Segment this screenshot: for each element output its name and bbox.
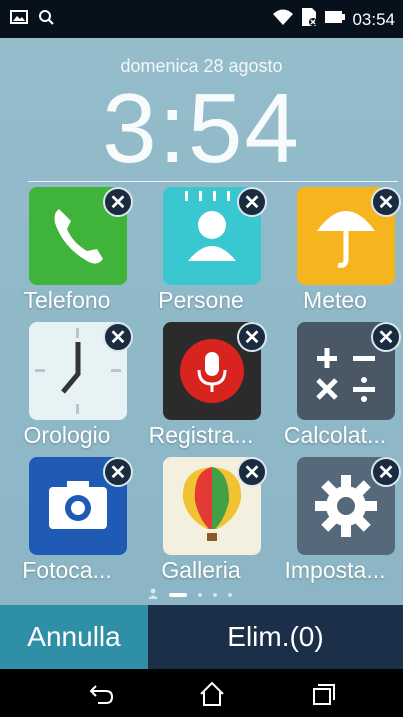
app-orologio[interactable]: ✕ Orologio [0, 322, 134, 454]
remove-app-button[interactable]: ✕ [103, 322, 133, 352]
action-bar: Annulla Elim.(0) [0, 605, 403, 669]
recents-icon[interactable] [310, 680, 338, 708]
wifi-icon [272, 8, 294, 31]
sim-icon [300, 7, 318, 32]
divider [28, 181, 398, 182]
remove-app-button[interactable]: ✕ [371, 322, 401, 352]
home-icon[interactable] [198, 680, 226, 708]
app-label: Fotoca... [22, 557, 112, 583]
cancel-button[interactable]: Annulla [0, 605, 148, 669]
status-time: 03:54 [352, 9, 395, 29]
page-indicator [148, 586, 232, 604]
remove-app-button[interactable]: ✕ [237, 187, 267, 217]
delete-button[interactable]: Elim.(0) [148, 605, 403, 669]
app-telefono[interactable]: ✕ Telefono [0, 187, 134, 319]
navigation-bar [0, 669, 403, 717]
app-meteo[interactable]: ✕ Meteo [268, 187, 402, 319]
app-registratore[interactable]: ✕ Registra... [134, 322, 268, 454]
page-dot[interactable] [228, 593, 232, 597]
app-galleria[interactable]: ✕ Galleria [134, 457, 268, 589]
app-impostazioni[interactable]: ✕ Imposta... [268, 457, 402, 589]
battery-icon [324, 10, 346, 29]
person-icon [148, 586, 158, 604]
app-fotocamera[interactable]: ✕ Fotoca... [0, 457, 134, 589]
remove-app-button[interactable]: ✕ [237, 457, 267, 487]
app-label: Persone [158, 287, 244, 313]
page-dot[interactable] [198, 593, 202, 597]
app-label: Telefono [23, 287, 111, 313]
notification-icon [38, 9, 54, 30]
app-calcolatrice[interactable]: ✕ Calcolat... [268, 322, 402, 454]
remove-app-button[interactable]: ✕ [371, 187, 401, 217]
remove-app-button[interactable]: ✕ [103, 187, 133, 217]
app-label: Calcolat... [283, 422, 387, 448]
app-persone[interactable]: ✕ Persone [134, 187, 268, 319]
app-label: Orologio [23, 422, 111, 448]
back-icon[interactable] [88, 680, 116, 708]
page-dot-active[interactable] [169, 593, 187, 597]
lock-clock: 3:54 [102, 73, 301, 183]
status-bar: 03:54 [0, 0, 403, 38]
remove-app-button[interactable]: ✕ [103, 457, 133, 487]
app-label: Imposta... [284, 557, 386, 583]
image-icon [10, 10, 28, 29]
app-label: Registra... [148, 422, 254, 448]
remove-app-button[interactable]: ✕ [371, 457, 401, 487]
app-label: Meteo [303, 287, 367, 313]
remove-app-button[interactable]: ✕ [237, 322, 267, 352]
page-dot[interactable] [213, 593, 217, 597]
app-label: Galleria [161, 557, 241, 583]
